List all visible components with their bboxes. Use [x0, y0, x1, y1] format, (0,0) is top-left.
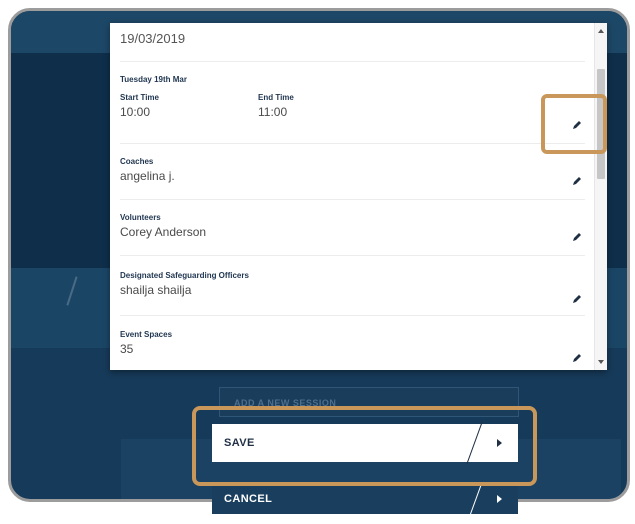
modal-scrollbar[interactable] — [594, 23, 607, 370]
cancel-button-label: CANCEL — [224, 493, 273, 505]
safeguarding-row: Designated Safeguarding Officers shailja… — [120, 271, 585, 316]
cancel-button-divider — [466, 482, 483, 524]
event-spaces-row: Event Spaces 35 — [120, 330, 585, 370]
save-highlight-box — [192, 406, 537, 486]
cancel-button[interactable]: CANCEL — [212, 482, 518, 524]
safeguarding-label: Designated Safeguarding Officers — [120, 271, 249, 280]
edit-safeguarding-pencil-icon[interactable] — [571, 293, 583, 305]
event-spaces-label: Event Spaces — [120, 330, 173, 339]
pencil-highlight-box — [541, 94, 607, 154]
day-label: Tuesday 19th Mar — [120, 75, 187, 84]
coaches-label: Coaches — [120, 157, 154, 166]
end-time-label: End Time — [258, 93, 294, 102]
volunteers-label: Volunteers — [120, 213, 161, 222]
modal-content: 19/03/2019 Tuesday 19th Mar Start Time 1… — [110, 23, 595, 370]
volunteers-value: Corey Anderson — [120, 225, 207, 239]
coaches-row: Coaches angelina j. — [120, 157, 585, 200]
event-spaces-value: 35 — [120, 342, 134, 356]
end-time-value: 11:00 — [258, 105, 288, 119]
edit-coaches-pencil-icon[interactable] — [571, 175, 583, 187]
date-row: 19/03/2019 — [120, 31, 585, 62]
scroll-down-icon[interactable] — [598, 360, 604, 364]
scroll-up-icon[interactable] — [598, 29, 604, 33]
session-date: 19/03/2019 — [120, 31, 186, 46]
time-row: Tuesday 19th Mar Start Time 10:00 End Ti… — [120, 75, 585, 144]
start-time-value: 10:00 — [120, 105, 151, 119]
chevron-right-icon — [497, 495, 502, 503]
session-edit-modal: 19/03/2019 Tuesday 19th Mar Start Time 1… — [110, 23, 607, 370]
safeguarding-value: shailja shailja — [120, 283, 192, 297]
volunteers-row: Volunteers Corey Anderson — [120, 213, 585, 256]
coaches-value: angelina j. — [120, 169, 175, 183]
edit-event-spaces-pencil-icon[interactable] — [571, 352, 583, 364]
edit-volunteers-pencil-icon[interactable] — [571, 231, 583, 243]
start-time-label: Start Time — [120, 93, 159, 102]
